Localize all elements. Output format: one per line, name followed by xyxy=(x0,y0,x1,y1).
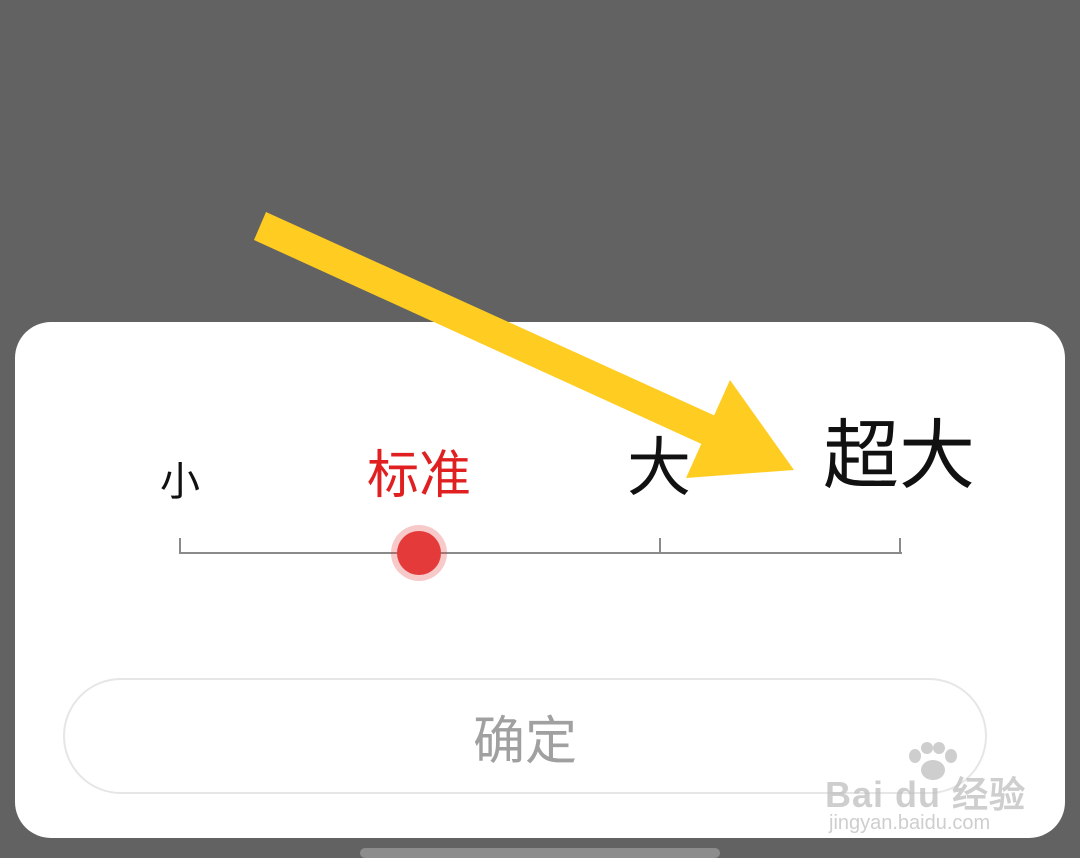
font-size-slider-thumb[interactable] xyxy=(391,525,447,581)
size-option-extra-large[interactable]: 超大 xyxy=(823,418,975,494)
size-option-standard[interactable]: 标准 xyxy=(367,450,471,502)
slider-tick-large xyxy=(659,538,661,554)
size-option-large[interactable]: 大 xyxy=(627,437,691,501)
slider-thumb-core xyxy=(397,531,441,575)
home-indicator[interactable] xyxy=(360,848,720,858)
font-size-slider-track[interactable] xyxy=(180,552,902,554)
confirm-button[interactable]: 确定 xyxy=(63,678,987,794)
size-option-small[interactable]: 小 xyxy=(160,462,200,502)
slider-tick-extra-large xyxy=(899,538,901,554)
slider-tick-small xyxy=(179,538,181,554)
screen: 小 标准 大 超大 确定 Bai du 经验 jingyan.baidu.com xyxy=(0,0,1080,858)
font-size-bottom-sheet: 小 标准 大 超大 确定 xyxy=(15,322,1065,838)
